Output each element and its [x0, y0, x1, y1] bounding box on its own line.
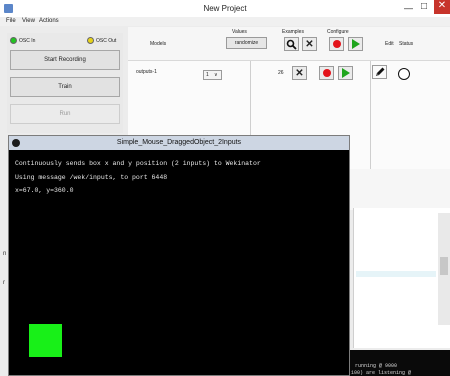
magnifier-icon [286, 39, 297, 50]
sketch-title: Simple_Mouse_DraggedObject_2Inputs [116, 139, 242, 146]
record-all-button[interactable] [329, 37, 344, 51]
terminal-line-2: .100) are listening @ [348, 370, 412, 376]
menu-bar: File View Actions [0, 17, 450, 26]
menu-file[interactable]: File [6, 18, 16, 24]
randomize-button[interactable]: randomize [226, 37, 267, 49]
run-button-row[interactable] [338, 66, 353, 80]
pencil-icon [375, 67, 384, 76]
record-icon [332, 40, 341, 48]
edge-text-1: n [3, 251, 7, 257]
example-count: 26 [278, 70, 284, 76]
status-header: Status [399, 41, 414, 47]
console-panel [353, 208, 450, 348]
models-header: Models [150, 41, 167, 47]
title-bar: New Project — □ ✕ [0, 0, 450, 17]
x-icon: ✕ [295, 68, 304, 79]
run-button[interactable]: Run [10, 104, 120, 124]
configure-header: Configure [327, 29, 349, 35]
draggable-box[interactable] [29, 324, 62, 357]
menu-view[interactable]: View [22, 18, 35, 24]
sketch-description-line-1: Continuously sends box x and y position … [15, 160, 261, 167]
value-selected: 1 [206, 72, 209, 78]
menu-actions[interactable]: Actions [39, 18, 59, 24]
edit-header: Edit [385, 41, 394, 47]
osc-in-indicator-icon [10, 37, 17, 44]
close-icon[interactable]: ✕ [434, 0, 450, 14]
start-recording-button[interactable]: Start Recording [10, 50, 120, 70]
maximize-icon[interactable]: □ [421, 1, 427, 12]
column-divider-2 [370, 61, 371, 169]
sketch-title-bar: Simple_Mouse_DraggedObject_2Inputs [9, 136, 349, 150]
play-icon [351, 39, 360, 49]
osc-out-label: OSC Out [96, 38, 117, 44]
sketch-window: Simple_Mouse_DraggedObject_2Inputs Conti… [8, 135, 350, 376]
console-highlight-row [356, 271, 436, 277]
coordinates-readout: x=67.0, y=360.0 [15, 187, 74, 194]
record-icon [322, 69, 331, 77]
values-header: Values [232, 29, 247, 35]
terminal-window: running @ 9000 .100) are listening @ [345, 350, 450, 376]
scrollbar-thumb[interactable] [440, 257, 448, 275]
edge-text-2: r [3, 280, 5, 286]
value-dropdown[interactable]: 1 ∨ [203, 70, 222, 80]
window-title: New Project [203, 4, 247, 13]
status-icon [398, 68, 410, 80]
record-button[interactable] [319, 66, 334, 80]
terminal-line-1: running @ 9000 [355, 363, 398, 369]
play-icon [341, 68, 350, 78]
run-all-button[interactable] [348, 37, 363, 51]
delete-examples-button[interactable]: ✕ [292, 66, 307, 80]
x-icon: ✕ [305, 39, 314, 50]
osc-out-indicator-icon [87, 37, 94, 44]
edit-model-button[interactable] [372, 65, 387, 79]
examples-header: Examples [282, 29, 304, 35]
sketch-description-line-2: Using message /wek/inputs, to port 6448 [15, 174, 168, 181]
control-panel: OSC In OSC Out Start Recording Train Run [7, 33, 123, 133]
osc-in-label: OSC In [19, 38, 36, 44]
minimize-icon[interactable]: — [404, 3, 413, 13]
model-name: outputs-1 [136, 69, 157, 75]
train-button[interactable]: Train [10, 77, 120, 97]
delete-all-examples-button[interactable]: ✕ [302, 37, 317, 51]
search-examples-button[interactable] [284, 37, 299, 51]
chevron-down-icon: ∨ [214, 72, 218, 78]
